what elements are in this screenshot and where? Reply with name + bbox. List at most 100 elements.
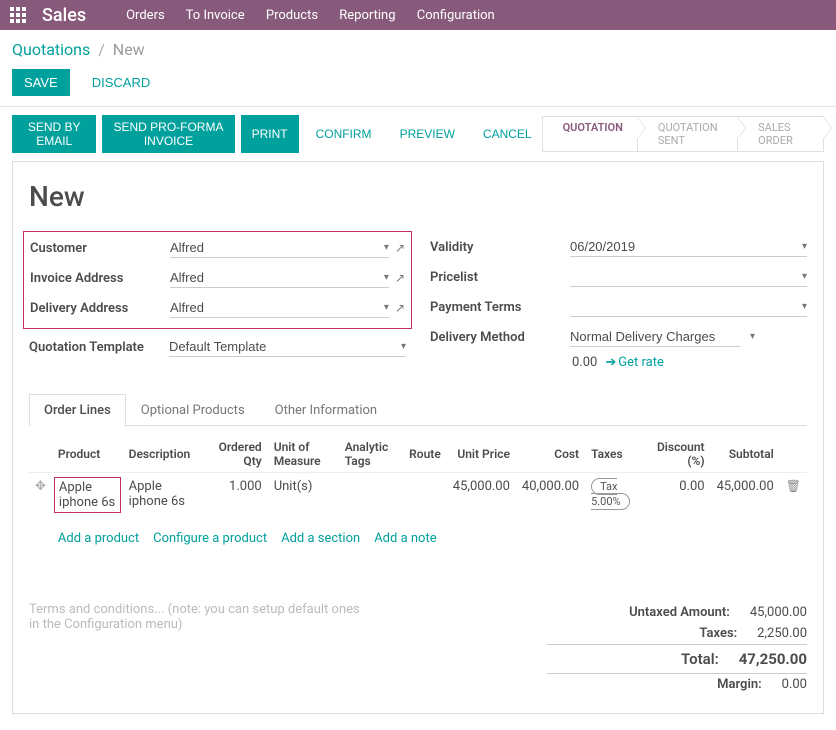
status-quotation-sent[interactable]: QUOTATION SENT: [637, 116, 738, 152]
invoice-addr-label: Invoice Address: [30, 271, 170, 286]
caret-down-icon[interactable]: ▾: [384, 272, 389, 283]
drag-handle-icon[interactable]: ✥: [35, 479, 46, 494]
col-discount: Discount (%): [645, 436, 711, 473]
untaxed-label: Untaxed Amount:: [547, 605, 730, 620]
tab-order-lines[interactable]: Order Lines: [29, 394, 126, 426]
margin-label: Margin:: [547, 677, 762, 692]
cell-description[interactable]: Apple iphone 6s: [123, 473, 206, 518]
trash-icon[interactable]: 🗑: [786, 479, 801, 493]
cell-qty[interactable]: 1.000: [206, 473, 268, 518]
delivery-method-label: Delivery Method: [430, 330, 570, 345]
invoice-addr-input[interactable]: [170, 268, 380, 287]
terms-placeholder[interactable]: Terms and conditions... (note: you can s…: [29, 602, 369, 695]
delivery-addr-input[interactable]: [170, 298, 380, 317]
cell-unit-price[interactable]: 45,000.00: [447, 473, 516, 518]
caret-down-icon[interactable]: ▾: [802, 241, 807, 252]
col-qty: Ordered Qty: [206, 436, 268, 473]
payment-terms-input[interactable]: [570, 297, 798, 316]
external-link-icon[interactable]: ↗: [395, 241, 405, 255]
pricelist-input[interactable]: [570, 267, 798, 286]
untaxed-value: 45,000.00: [750, 605, 807, 620]
delivery-method-input[interactable]: [570, 327, 746, 346]
template-label: Quotation Template: [29, 340, 169, 355]
menu-to-invoice[interactable]: To Invoice: [186, 8, 245, 23]
col-uom: Unit of Measure: [268, 436, 339, 473]
taxes-value: 2,250.00: [757, 626, 807, 641]
total-label: Total:: [547, 650, 719, 668]
status-quotation[interactable]: QUOTATION: [542, 116, 638, 152]
discard-button[interactable]: DISCARD: [80, 69, 163, 96]
confirm-button[interactable]: CONFIRM: [305, 115, 383, 153]
caret-down-icon[interactable]: ▾: [384, 242, 389, 253]
col-analytic: Analytic Tags: [339, 436, 403, 473]
apps-icon[interactable]: [10, 7, 26, 23]
col-cost: Cost: [516, 436, 585, 473]
tabs: Order Lines Optional Products Other Info…: [29, 394, 807, 426]
tab-optional-products[interactable]: Optional Products: [126, 394, 260, 426]
cell-cost[interactable]: 40,000.00: [516, 473, 585, 518]
totals: Untaxed Amount:45,000.00 Taxes:2,250.00 …: [547, 602, 807, 695]
topbar: Sales Orders To Invoice Products Reporti…: [0, 0, 836, 30]
menu-reporting[interactable]: Reporting: [339, 8, 395, 23]
arrow-right-icon: ➔: [605, 355, 616, 370]
payment-terms-label: Payment Terms: [430, 300, 570, 315]
cancel-button[interactable]: CANCEL: [472, 115, 543, 153]
print-button[interactable]: PRINT: [241, 115, 299, 153]
cell-product[interactable]: Apple iphone 6s: [59, 480, 115, 510]
validity-label: Validity: [430, 240, 570, 255]
caret-down-icon[interactable]: ▾: [384, 302, 389, 313]
customer-input[interactable]: [170, 238, 380, 257]
tab-other-information[interactable]: Other Information: [260, 394, 392, 426]
send-email-button[interactable]: SEND BY EMAIL: [12, 115, 96, 153]
save-button[interactable]: SAVE: [12, 69, 70, 96]
external-link-icon[interactable]: ↗: [395, 301, 405, 315]
breadcrumb-root[interactable]: Quotations: [12, 40, 90, 59]
order-lines-table: Product Description Ordered Qty Unit of …: [29, 436, 807, 552]
status-sales-order[interactable]: SALES ORDER: [737, 116, 824, 152]
status-bar: QUOTATION QUOTATION SENT SALES ORDER: [543, 116, 824, 152]
margin-value: 0.00: [782, 677, 807, 692]
col-taxes: Taxes: [585, 436, 645, 473]
add-note-link[interactable]: Add a note: [374, 531, 436, 546]
app-brand[interactable]: Sales: [42, 5, 86, 26]
menu-products[interactable]: Products: [266, 8, 318, 23]
caret-down-icon[interactable]: ▾: [401, 341, 406, 352]
product-highlight-box: Apple iphone 6s: [54, 477, 121, 513]
get-rate-link[interactable]: ➔Get rate: [605, 355, 664, 370]
breadcrumb: Quotations / New: [0, 30, 836, 65]
cell-route[interactable]: [403, 473, 447, 518]
caret-down-icon[interactable]: ▾: [802, 271, 807, 282]
col-description: Description: [123, 436, 206, 473]
page-title: New: [29, 180, 807, 213]
table-row[interactable]: ✥ Apple iphone 6s Apple iphone 6s 1.000 …: [29, 473, 807, 518]
delivery-addr-label: Delivery Address: [30, 301, 170, 316]
menu-configuration[interactable]: Configuration: [417, 8, 495, 23]
col-unit-price: Unit Price: [447, 436, 516, 473]
add-product-link[interactable]: Add a product: [58, 531, 139, 546]
breadcrumb-current: New: [113, 40, 145, 59]
pricelist-label: Pricelist: [430, 270, 570, 285]
external-link-icon[interactable]: ↗: [395, 271, 405, 285]
rate-cost: 0.00: [572, 355, 597, 370]
send-proforma-button[interactable]: SEND PRO-FORMA INVOICE: [102, 115, 234, 153]
col-product: Product: [52, 436, 123, 473]
total-value: 47,250.00: [739, 650, 807, 668]
template-input[interactable]: [169, 337, 397, 356]
customer-label: Customer: [30, 241, 170, 256]
menu-orders[interactable]: Orders: [126, 8, 165, 23]
caret-down-icon[interactable]: ▾: [802, 301, 807, 312]
tax-badge[interactable]: Tax 5.00%: [591, 478, 630, 510]
add-section-link[interactable]: Add a section: [281, 531, 360, 546]
configure-product-link[interactable]: Configure a product: [153, 531, 267, 546]
customer-highlight-box: Customer ▾ ↗ Invoice Address ▾ ↗: [23, 231, 412, 329]
validity-input[interactable]: [570, 237, 798, 256]
form-sheet: New Customer ▾ ↗ Invoice Address ▾: [12, 161, 824, 714]
cell-subtotal: 45,000.00: [711, 473, 780, 518]
cell-uom[interactable]: Unit(s): [268, 473, 339, 518]
preview-button[interactable]: PREVIEW: [389, 115, 466, 153]
caret-down-icon[interactable]: ▾: [750, 331, 755, 342]
col-route: Route: [403, 436, 447, 473]
cell-discount[interactable]: 0.00: [645, 473, 711, 518]
top-menu: Orders To Invoice Products Reporting Con…: [126, 8, 513, 23]
cell-analytic[interactable]: [339, 473, 403, 518]
